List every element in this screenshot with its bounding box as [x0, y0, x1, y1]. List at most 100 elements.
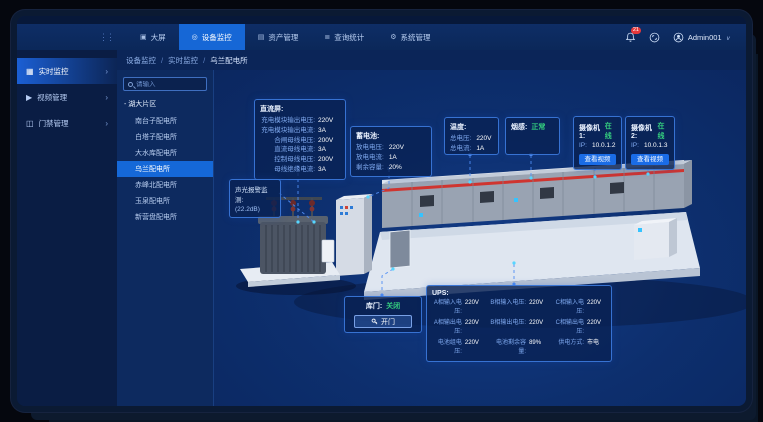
tree-item[interactable]: 白塔子配电所: [123, 129, 207, 145]
metric-value: 1A: [389, 153, 397, 163]
sidebar-item[interactable]: ▶ 视频管理: [17, 84, 117, 110]
tree-group[interactable]: - 湖大片区: [124, 99, 207, 109]
battery-rows: 放电电压:220V放电电流:1A剩余容量:20%: [356, 143, 426, 172]
metric-value: 220V: [389, 143, 404, 153]
nav-item[interactable]: ▣ 大屏: [127, 24, 179, 50]
temperature-panel: 温度: 总电压:220V总电流:1A: [444, 117, 499, 155]
station-tree-panel: - 湖大片区 南台子配电所白塔子配电所大水库配电所乌兰配电所赤峰北配电所玉泉配电…: [117, 70, 214, 406]
nav-item-icon: ⚙: [390, 33, 396, 41]
tree-item[interactable]: 乌兰配电所: [117, 161, 213, 177]
sidebar-item-icon: ▶: [26, 93, 32, 102]
unlock-icon: [371, 318, 378, 325]
sidebar-item[interactable]: ▦ 实时监控: [17, 58, 117, 84]
metric-row: 供电方式:市电: [554, 339, 606, 357]
sidebar-item-label: 视频管理: [37, 92, 67, 103]
battery-panel: 蓄电池: 放电电压:220V放电电流:1A剩余容量:20%: [350, 126, 432, 177]
device-frame: ▣ 大屏 ◎ 设备监控 ▤ 资产管理 ≣ 查询统计: [11, 10, 752, 412]
metric-row: B相输出电压:220V: [490, 319, 548, 337]
view-video-button[interactable]: 查看视频: [631, 154, 669, 165]
status-badge: 在线: [605, 121, 616, 141]
sidebar-item-icon: ▦: [26, 67, 34, 76]
nav-item-label: 查询统计: [334, 32, 364, 43]
metric-label: 直流母线电流:: [260, 145, 315, 155]
nav-item[interactable]: ◎ 设备监控: [179, 24, 245, 50]
metric-row: 电池组电压:220V: [432, 339, 484, 357]
panel-title: 烟感:: [511, 122, 527, 132]
drag-dots-icon: [17, 24, 113, 50]
tree-item[interactable]: 南台子配电所: [123, 113, 207, 129]
search-input[interactable]: [136, 81, 202, 88]
ip-label: IP:: [631, 141, 639, 151]
metric-row: 充电模块输出电压:220V: [260, 116, 340, 126]
metric-value: 220V: [465, 339, 484, 357]
metric-value: 220V: [529, 299, 548, 317]
metric-label: 合闸母线电压:: [260, 136, 315, 146]
metric-row: 直流母线电流:3A: [260, 145, 340, 155]
monitor-canvas: 直流屏: 充电模块输出电压:220V充电模块输出电流:3A合闸母线电压:200V…: [214, 70, 746, 406]
top-nav: ▣ 大屏 ◎ 设备监控 ▤ 资产管理 ≣ 查询统计: [17, 24, 746, 50]
breadcrumb-item[interactable]: 实时监控: [156, 55, 198, 66]
chevron-down-icon: [726, 33, 730, 42]
metric-value: 200V: [318, 155, 340, 165]
metric-row: 控制母线电压:200V: [260, 155, 340, 165]
tree-item[interactable]: 新营盘配电所: [123, 209, 207, 225]
fullscreen-icon[interactable]: [649, 32, 660, 43]
metric-value: 89%: [529, 339, 548, 357]
breadcrumb: 设备监控实时监控乌兰配电所: [117, 50, 746, 70]
nav-item-label: 资产管理: [268, 32, 298, 43]
nav-item-icon: ▤: [258, 33, 265, 41]
nav-item-icon: ≣: [324, 33, 330, 41]
open-door-button[interactable]: 开门: [354, 315, 412, 328]
metric-row: 总电流:1A: [450, 144, 493, 154]
tree-item[interactable]: 大水库配电所: [123, 145, 207, 161]
breadcrumb-item[interactable]: 设备监控: [126, 55, 156, 66]
sidebar-item[interactable]: ◫ 门禁管理: [17, 110, 117, 136]
metric-row: 充电模块输出电流:3A: [260, 126, 340, 136]
panel-title: 库门:: [366, 301, 382, 311]
metric-row: 剩余容量: 20%: [356, 163, 426, 173]
user-menu[interactable]: Admin001: [673, 32, 730, 43]
nav-item-label: 系统管理: [401, 32, 431, 43]
tree-item[interactable]: 玉泉配电所: [123, 193, 207, 209]
metric-value: 20%: [389, 163, 402, 173]
panel-title: 蓄电池:: [356, 131, 426, 141]
door-panel: 库门:关闭 开门: [344, 296, 422, 333]
status-badge: 正常: [531, 122, 545, 132]
sidebar-item-label: 门禁管理: [39, 118, 69, 129]
nav-menu: ▣ 大屏 ◎ 设备监控 ▤ 资产管理 ≣ 查询统计: [127, 24, 444, 50]
metric-row: A相输入电压:220V: [432, 299, 484, 317]
ip-label: IP:: [579, 141, 587, 151]
nav-item-icon: ▣: [140, 33, 147, 41]
username: Admin001: [688, 33, 722, 42]
nav-item[interactable]: ⚙ 系统管理: [377, 24, 443, 50]
sidebar: ▦ 实时监控 ▶ 视频管理 ◫ 门禁管理: [17, 50, 117, 406]
metric-row: 总电压:220V: [450, 134, 493, 144]
nav-item-label: 大屏: [151, 32, 166, 43]
noise-alarm-panel: 声光报警监测: (22.2dB): [229, 179, 281, 218]
breadcrumb-item[interactable]: 乌兰配电所: [198, 55, 248, 66]
metric-row: 放电电压:220V: [356, 143, 426, 153]
metric-label: C相输入电压:: [554, 299, 584, 317]
temperature-rows: 总电压:220V总电流:1A: [450, 134, 493, 154]
nav-item[interactable]: ▤ 资产管理: [245, 24, 312, 50]
metric-row: 母线绝缘电流:3A: [260, 165, 340, 175]
search-icon: [128, 82, 133, 87]
metric-value: 3A: [318, 126, 340, 136]
view-video-button[interactable]: 查看视频: [579, 154, 616, 165]
app-window: ▣ 大屏 ◎ 设备监控 ▤ 资产管理 ≣ 查询统计: [17, 16, 746, 406]
metric-label: 电池组电压:: [432, 339, 462, 357]
top-strip: [17, 16, 746, 24]
panel-title: UPS:: [432, 290, 606, 297]
ups-rows: A相输入电压:220VB相输入电压:220VC相输入电压:220VA相输出电压:…: [432, 299, 606, 357]
dc-screen-rows: 充电模块输出电压:220V充电模块输出电流:3A合闸母线电压:200V直流母线电…: [260, 116, 340, 175]
chevron-right-icon: [105, 67, 108, 76]
metric-value: 220V: [318, 116, 340, 126]
sidebar-item-label: 实时监控: [39, 66, 69, 77]
metric-value: 220V: [465, 299, 484, 317]
metric-value: 220V: [476, 134, 491, 144]
smoke-sensor-panel: 烟感: 正常: [505, 117, 560, 155]
tree-item[interactable]: 赤峰北配电所: [123, 177, 207, 193]
metric-label: 剩余容量:: [356, 163, 384, 173]
notifications-bell-icon[interactable]: 21: [625, 32, 636, 43]
nav-item[interactable]: ≣ 查询统计: [311, 24, 377, 50]
